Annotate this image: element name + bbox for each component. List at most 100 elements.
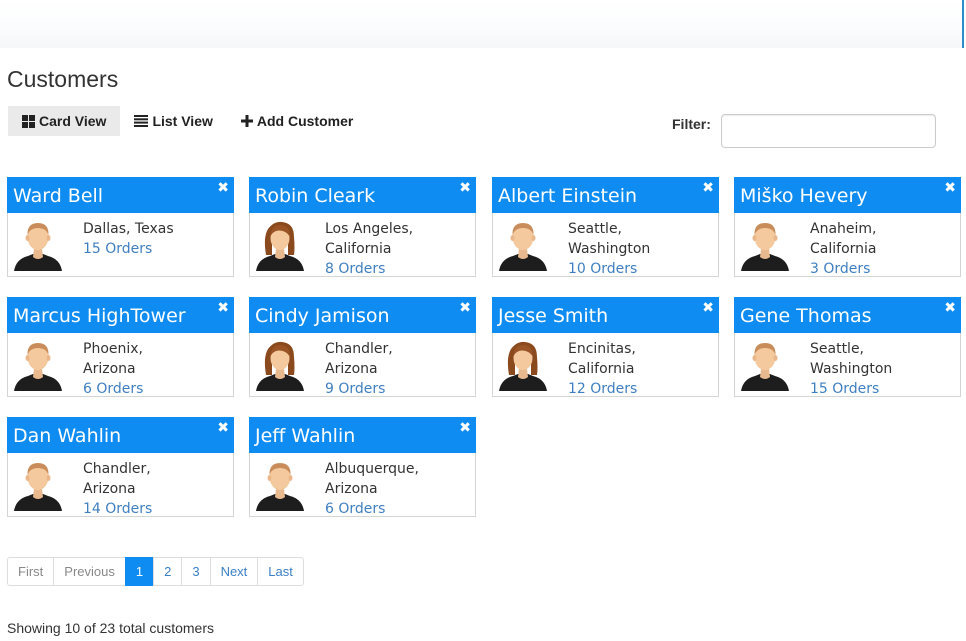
customer-location-line2: Arizona [83,481,136,497]
female-avatar-icon [497,339,549,391]
customer-info: Seattle, Washington 15 Orders [810,339,892,399]
customer-card-header: Cindy Jamison ✖ [249,297,476,333]
page-title: Customers [7,66,119,92]
customer-orders-link[interactable]: 15 Orders [810,379,892,399]
customer-orders-link[interactable]: 15 Orders [83,239,174,259]
male-avatar-icon [254,459,306,511]
customer-location-line2: California [568,361,635,377]
filter-input[interactable] [721,114,936,148]
pagination-last[interactable]: Last [257,557,304,586]
customer-orders-link[interactable]: 6 Orders [83,379,143,399]
card-view-button[interactable]: Card View [8,106,121,136]
grid-icon [22,114,35,128]
delete-customer-icon[interactable]: ✖ [944,300,956,316]
customer-info: Phoenix, Arizona 6 Orders [83,339,143,399]
customer-card: Robin Cleark ✖ Los Angeles, California 8 Ord… [249,177,476,277]
customer-card-header: Marcus HighTower ✖ [7,297,234,333]
list-icon [134,115,149,127]
customer-location-line1: Anaheim, [810,221,877,237]
pagination-page-2[interactable]: 2 [153,557,183,586]
pagination-next[interactable]: Next [209,557,259,586]
customer-orders-link[interactable]: 9 Orders [325,379,393,399]
delete-customer-icon[interactable]: ✖ [459,180,471,196]
customer-info: Anaheim, California 3 Orders [810,219,877,279]
customer-info: Los Angeles, California 8 Orders [325,219,413,279]
customer-name[interactable]: Cindy Jamison [255,305,390,327]
customer-card: Gene Thomas ✖ Seattle, Washington 15 Orders [734,297,961,397]
customer-info: Chandler, Arizona 9 Orders [325,339,393,399]
customer-card-header: Ward Bell ✖ [7,177,234,213]
pagination-first[interactable]: First [7,557,55,586]
customer-card: Marcus HighTower ✖ Phoenix, Arizona 6 Orders [7,297,234,397]
male-avatar-icon [739,339,791,391]
customer-location-line2: Washington [568,241,651,257]
customer-card: Ward Bell ✖ Dallas, Texas 15 Orders [7,177,234,277]
customer-card-header: Robin Cleark ✖ [249,177,476,213]
male-avatar-icon [12,339,64,391]
customer-name[interactable]: Albert Einstein [498,185,637,207]
customer-info: Seattle, Washington 10 Orders [568,219,650,279]
delete-customer-icon[interactable]: ✖ [459,300,471,316]
customer-orders-link[interactable]: 8 Orders [325,259,413,279]
pagination-page-3[interactable]: 3 [181,557,211,586]
customer-card-header: Gene Thomas ✖ [734,297,961,333]
female-avatar-icon [254,219,306,271]
customer-location-line1: Los Angeles, [325,221,414,237]
customer-location-line2: California [325,241,392,257]
customer-card: Dan Wahlin ✖ Chandler, Arizona 14 Orders [7,417,234,517]
customer-card-header: Miško Hevery ✖ [734,177,961,213]
add-customer-label: Add Customer [256,113,354,129]
list-view-button[interactable]: List View [120,106,226,136]
customer-location-line2: Arizona [325,361,378,377]
customer-card-header: Jeff Wahlin ✖ [249,417,476,453]
customer-info: Dallas, Texas 15 Orders [83,219,174,259]
customer-name[interactable]: Robin Cleark [255,185,375,207]
customer-name[interactable]: Jesse Smith [498,305,608,327]
customer-location-line2: Arizona [83,361,136,377]
customer-orders-link[interactable]: 12 Orders [568,379,637,399]
male-avatar-icon [12,219,64,271]
customer-card-header: Dan Wahlin ✖ [7,417,234,453]
male-avatar-icon [12,459,64,511]
customer-orders-link[interactable]: 3 Orders [810,259,877,279]
customer-location-line2: Arizona [325,481,378,497]
customer-card: Miško Hevery ✖ Anaheim, California 3 Orders [734,177,961,277]
customer-name[interactable]: Ward Bell [13,185,103,207]
delete-customer-icon[interactable]: ✖ [702,300,714,316]
customer-location-line1: Chandler, [325,341,393,357]
delete-customer-icon[interactable]: ✖ [217,300,229,316]
filter-label: Filter: [672,116,711,132]
customer-location-line2: Washington [810,361,893,377]
delete-customer-icon[interactable]: ✖ [459,420,471,436]
customer-location-line1: Chandler, [83,461,151,477]
view-toolbar: Card View List View Add Customer [8,106,367,136]
customer-name[interactable]: Miško Hevery [740,185,868,207]
add-customer-button[interactable]: Add Customer [227,106,367,136]
delete-customer-icon[interactable]: ✖ [217,180,229,196]
customer-name[interactable]: Dan Wahlin [13,425,121,447]
customer-name[interactable]: Gene Thomas [740,305,872,327]
customer-card-header: Jesse Smith ✖ [492,297,719,333]
customer-info: Albuquerque, Arizona 6 Orders [325,459,419,519]
customer-card: Albert Einstein ✖ Seattle, Washington 10 Ord… [492,177,719,277]
pagination-previous[interactable]: Previous [53,557,126,586]
results-summary: Showing 10 of 23 total customers [7,620,215,636]
delete-customer-icon[interactable]: ✖ [702,180,714,196]
male-avatar-icon [739,219,791,271]
delete-customer-icon[interactable]: ✖ [217,420,229,436]
pagination-page-1[interactable]: 1 [124,557,155,586]
customer-info: Encinitas, California 12 Orders [568,339,637,399]
customer-card: Cindy Jamison ✖ Chandler, Arizona 9 Orders [249,297,476,397]
customer-location-line1: Dallas, Texas [83,221,174,237]
customer-location-line1: Albuquerque, [325,461,419,477]
customer-info: Chandler, Arizona 14 Orders [83,459,152,519]
pagination: First Previous 1 2 3 Next Last [7,557,304,586]
delete-customer-icon[interactable]: ✖ [944,180,956,196]
customer-name[interactable]: Jeff Wahlin [255,425,355,447]
customer-name[interactable]: Marcus HighTower [13,305,186,327]
customer-orders-link[interactable]: 6 Orders [325,499,419,519]
customer-card: Jesse Smith ✖ Encinitas, California 12 Order… [492,297,719,397]
customer-orders-link[interactable]: 14 Orders [83,499,152,519]
list-view-label: List View [152,113,213,129]
customer-orders-link[interactable]: 10 Orders [568,259,650,279]
